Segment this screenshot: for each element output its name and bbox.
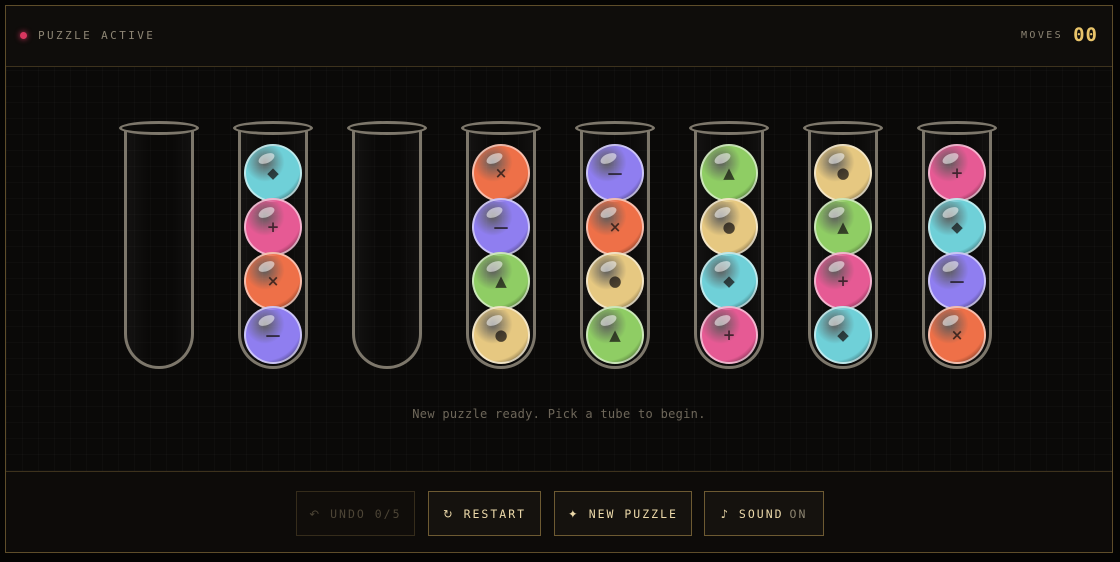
tube-3[interactable]: [347, 121, 433, 371]
purple-ball: —: [586, 144, 644, 202]
green-ball: ▲: [472, 252, 530, 310]
status-indicator: PUZZLE ACTIVE: [20, 29, 155, 42]
tube-rim: [347, 121, 427, 135]
sound-label: SOUND: [738, 506, 784, 521]
yellow-ball: ●: [814, 144, 872, 202]
yellow-ball: ●: [472, 306, 530, 364]
orange-ball: ×: [928, 306, 986, 364]
game-board: New puzzle ready. Pick a tube to begin. …: [6, 66, 1112, 471]
game-frame: PUZZLE ACTIVE MOVES 00 New puzzle ready.…: [5, 5, 1113, 553]
undo-label: UNDO 0/5: [330, 506, 402, 521]
moves-value: 00: [1073, 24, 1098, 46]
ball-symbol-icon: —: [265, 326, 281, 344]
hint-text: New puzzle ready. Pick a tube to begin.: [412, 407, 706, 421]
ball-symbol-icon: —: [607, 164, 623, 182]
restart-label: RESTART: [463, 506, 527, 521]
ball-symbol-icon: ×: [608, 218, 622, 236]
tube-glass: [352, 129, 422, 369]
ball-symbol-icon: ◆: [723, 272, 735, 290]
tube-6[interactable]: ▲ ● ◆ +: [689, 121, 775, 371]
tube-5[interactable]: — × ● ▲: [575, 121, 661, 371]
green-ball: ▲: [814, 198, 872, 256]
ball-symbol-icon: ▲: [723, 164, 735, 182]
ball-symbol-icon: ×: [950, 326, 964, 344]
pink-ball: +: [928, 144, 986, 202]
ball-symbol-icon: ▲: [837, 218, 849, 236]
tube-rim: [917, 121, 997, 135]
tube-rim: [575, 121, 655, 135]
header: PUZZLE ACTIVE MOVES 00: [6, 6, 1112, 67]
tube-4[interactable]: × — ▲ ●: [461, 121, 547, 371]
status-text: PUZZLE ACTIVE: [38, 29, 156, 42]
cyan-ball: ◆: [928, 198, 986, 256]
new-puzzle-label: NEW PUZZLE: [588, 506, 678, 521]
ball-symbol-icon: ▲: [609, 326, 621, 344]
tube-rim: [689, 121, 769, 135]
orange-ball: ×: [472, 144, 530, 202]
new-puzzle-button[interactable]: ✦ NEW PUZZLE: [554, 491, 692, 536]
sparkle-icon: ✦: [568, 506, 580, 521]
cyan-ball: ◆: [244, 144, 302, 202]
tube-rim: [233, 121, 313, 135]
footer-controls: ↶ UNDO 0/5 ↻ RESTART ✦ NEW PUZZLE ♪ SOUN…: [6, 471, 1112, 552]
restart-button[interactable]: ↻ RESTART: [428, 491, 541, 536]
status-dot-icon: [20, 32, 27, 39]
orange-ball: ×: [244, 252, 302, 310]
cyan-ball: ◆: [700, 252, 758, 310]
ball-symbol-icon: ▲: [495, 272, 507, 290]
tube-8[interactable]: + ◆ — ×: [917, 121, 1003, 371]
ball-symbol-icon: +: [266, 218, 280, 236]
ball-symbol-icon: ●: [722, 218, 736, 236]
undo-button[interactable]: ↶ UNDO 0/5: [296, 491, 415, 536]
green-ball: ▲: [700, 144, 758, 202]
music-note-icon: ♪: [720, 506, 730, 521]
ball-symbol-icon: ●: [608, 272, 622, 290]
tube-1[interactable]: [119, 121, 205, 371]
ball-symbol-icon: +: [836, 272, 850, 290]
ball-symbol-icon: +: [722, 326, 736, 344]
moves-counter: MOVES 00: [1021, 24, 1098, 46]
tube-2[interactable]: ◆ + × —: [233, 121, 319, 371]
ball-symbol-icon: ◆: [267, 164, 279, 182]
pink-ball: +: [814, 252, 872, 310]
sound-toggle-button[interactable]: ♪ SOUND ON: [704, 491, 824, 536]
ball-symbol-icon: ◆: [837, 326, 849, 344]
ball-symbol-icon: ×: [266, 272, 280, 290]
ball-symbol-icon: —: [949, 272, 965, 290]
pink-ball: +: [244, 198, 302, 256]
ball-symbol-icon: ●: [836, 164, 850, 182]
ball-symbol-icon: —: [493, 218, 509, 236]
cyan-ball: ◆: [814, 306, 872, 364]
orange-ball: ×: [586, 198, 644, 256]
green-ball: ▲: [586, 306, 644, 364]
purple-ball: —: [244, 306, 302, 364]
tube-rim: [119, 121, 199, 135]
undo-icon: ↶: [309, 506, 322, 521]
sound-state: ON: [789, 506, 808, 521]
ball-symbol-icon: ●: [494, 326, 508, 344]
tube-glass: [124, 129, 194, 369]
purple-ball: —: [472, 198, 530, 256]
ball-symbol-icon: ×: [494, 164, 508, 182]
tube-rim: [803, 121, 883, 135]
tube-rim: [461, 121, 541, 135]
yellow-ball: ●: [700, 198, 758, 256]
restart-icon: ↻: [442, 506, 455, 521]
purple-ball: —: [928, 252, 986, 310]
ball-symbol-icon: ◆: [951, 218, 963, 236]
ball-symbol-icon: +: [950, 164, 964, 182]
pink-ball: +: [700, 306, 758, 364]
yellow-ball: ●: [586, 252, 644, 310]
moves-label: MOVES: [1021, 29, 1064, 41]
tube-7[interactable]: ● ▲ + ◆: [803, 121, 889, 371]
